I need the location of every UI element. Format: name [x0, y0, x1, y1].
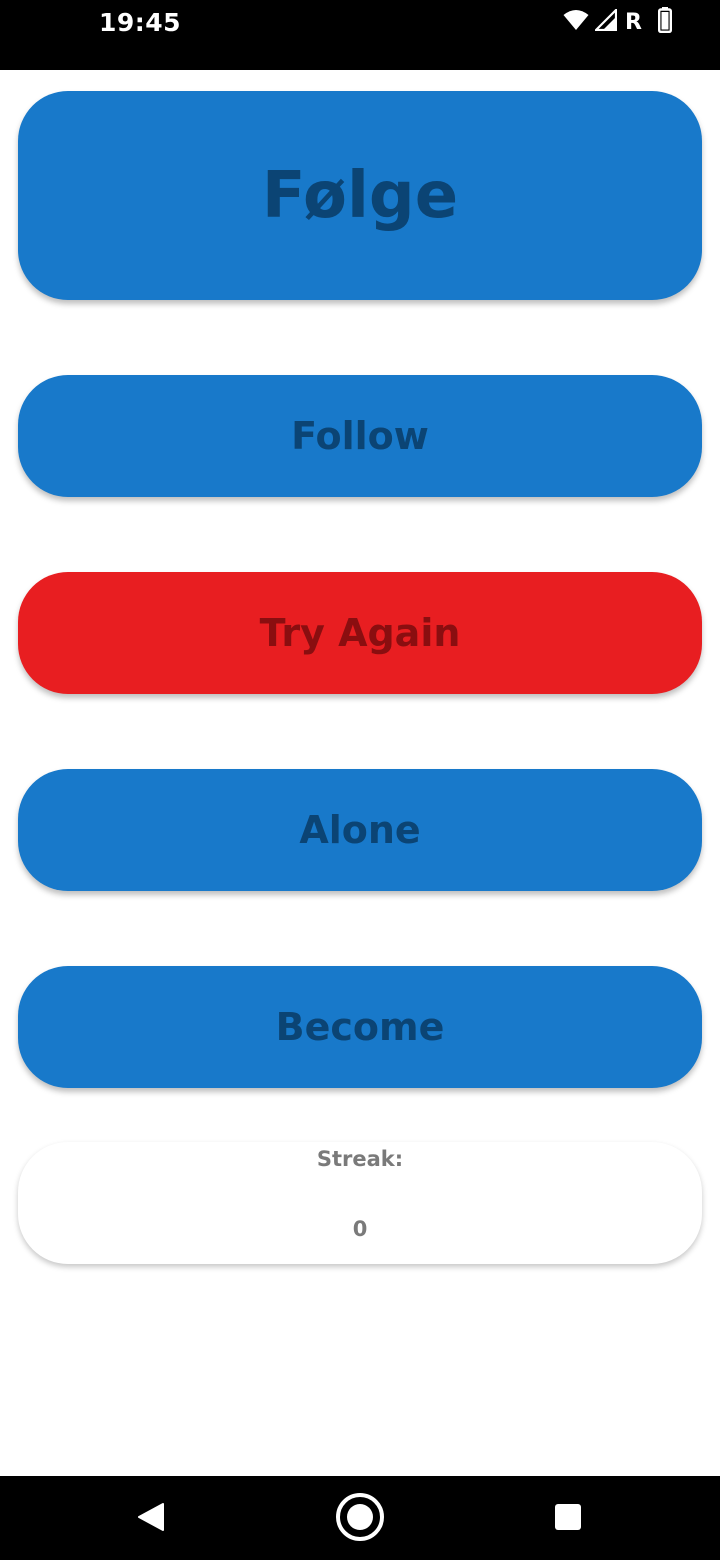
answer-option-alone[interactable]: Alone — [18, 769, 702, 891]
streak-value: 0 — [352, 1217, 368, 1241]
home-button[interactable] — [335, 1492, 385, 1542]
answer-option-label: Alone — [299, 808, 421, 852]
status-time: 19:45 — [99, 8, 182, 37]
answer-option-follow[interactable]: Follow — [18, 375, 702, 497]
prompt-word-card: Følge — [18, 91, 702, 300]
streak-card: Streak: 0 — [18, 1142, 702, 1264]
answer-option-label: Try Again — [259, 611, 461, 655]
wifi-icon — [563, 9, 589, 36]
home-icon — [335, 1492, 385, 1547]
recents-icon — [555, 1503, 581, 1535]
battery-icon — [658, 6, 673, 38]
quiz-content: Følge Follow Try Again Alone Become Stre… — [0, 70, 720, 1476]
streak-label: Streak: — [316, 1147, 404, 1171]
navigation-bar — [0, 1476, 720, 1560]
answer-option-become[interactable]: Become — [18, 966, 702, 1088]
prompt-word: Følge — [261, 158, 459, 233]
cell-signal-icon — [593, 6, 618, 36]
back-icon — [137, 1502, 165, 1537]
network-label: R — [625, 9, 642, 35]
answer-option-try-again[interactable]: Try Again — [18, 572, 702, 694]
recents-button[interactable] — [543, 1496, 593, 1542]
back-button[interactable] — [126, 1496, 176, 1542]
status-icons: R — [563, 6, 673, 38]
status-bar: 19:45 R — [0, 0, 720, 70]
answer-option-label: Follow — [291, 414, 429, 458]
answer-option-label: Become — [275, 1005, 445, 1049]
